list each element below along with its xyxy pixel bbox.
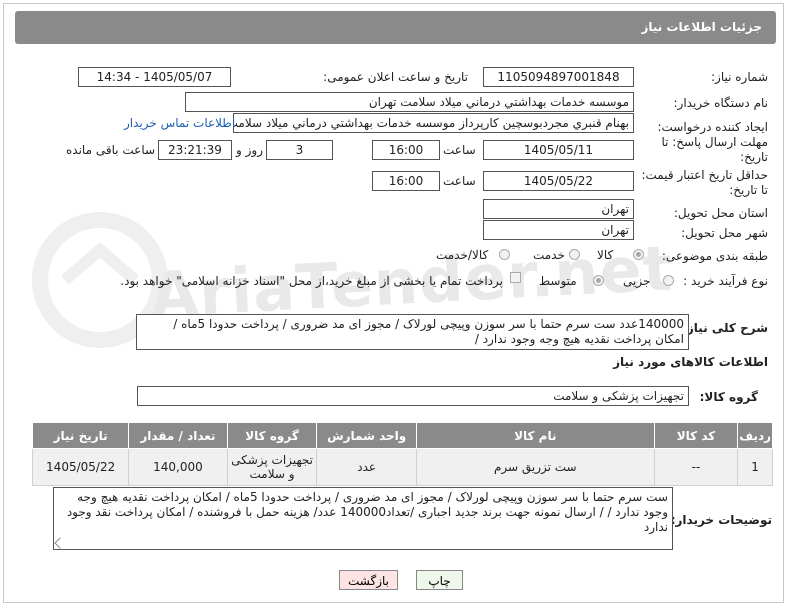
treasury-payment-checkbox[interactable] (510, 272, 521, 283)
col-code: کد کالا (653, 422, 739, 449)
summary-textarea[interactable]: 140000عدد ست سرم حتما با سر سوزن وپیچی ل… (136, 314, 689, 350)
remaining-time[interactable]: 23:21:39 (158, 140, 232, 160)
reply-deadline-days[interactable]: 3 (266, 140, 333, 160)
buyer-notes-text: ست سرم حتما با سر سوزن وپیچی لورلاک / مج… (66, 490, 668, 534)
days-label: روز و (236, 143, 263, 157)
delivery-province-field[interactable]: تهران (483, 199, 634, 219)
summary-label: شرح کلی نیاز: (682, 321, 768, 335)
treasury-payment-text: پرداخت تمام یا بخشی از مبلغ خرید،از محل … (120, 274, 503, 288)
cell-quantity: 140,000 (128, 448, 228, 486)
items-table: ردیف کد کالا نام کالا واحد شمارش گروه کا… (31, 422, 773, 486)
requester-field[interactable]: بهنام قنبري مجردبوسچين كارپرداز موسسه خد… (233, 113, 634, 133)
process-radio-minor[interactable] (663, 275, 674, 286)
page-title: جزئیات اطلاعات نیاز (641, 20, 762, 34)
cell-row: 1 (737, 448, 773, 486)
reply-deadline-time[interactable]: 16:00 (372, 140, 440, 160)
buyer-org-field[interactable]: موسسه خدمات بهداشتي درماني ميلاد سلامت ت… (185, 92, 634, 112)
resize-grip-icon[interactable] (54, 537, 66, 549)
cell-date: 1405/05/22 (31, 448, 130, 486)
table-row[interactable]: 1 -- ست تزریق سرم عدد تجهیزات پزشکی و سل… (31, 448, 773, 486)
reply-deadline-date[interactable]: 1405/05/11 (483, 140, 634, 160)
buyer-org-label: نام دستگاه خریدار: (673, 96, 769, 110)
category-option-goods: کالا (597, 248, 614, 262)
col-unit: واحد شمارش (316, 422, 417, 449)
process-radio-medium[interactable] (593, 275, 604, 286)
cell-name: ست تزریق سرم (415, 448, 655, 486)
requester-label: ایجاد کننده درخواست: (657, 120, 768, 134)
col-name: نام کالا (415, 422, 655, 449)
price-validity-date[interactable]: 1405/05/22 (483, 171, 634, 191)
process-option-minor: جزیی (623, 274, 651, 288)
delivery-province-label: استان محل تحویل: (673, 206, 768, 220)
col-row: ردیف (737, 422, 773, 449)
price-validity-label: حداقل تاریخ اعتبار قیمت: تا تاریخ: (641, 168, 768, 197)
col-quantity: تعداد / مقدار (128, 422, 228, 449)
cell-group: تجهیزات پزشکی و سلامت (226, 448, 318, 486)
process-type-label: نوع فرآیند خرید : (683, 274, 768, 288)
category-option-service: خدمت (533, 248, 565, 262)
col-date: تاریخ نیاز (31, 422, 130, 449)
summary-text: 140000عدد ست سرم حتما با سر سوزن وپیچی ل… (173, 317, 684, 346)
items-table-header: ردیف کد کالا نام کالا واحد شمارش گروه کا… (31, 422, 773, 449)
category-option-goods-service: کالا/خدمت (436, 248, 489, 262)
reply-deadline-time-label: ساعت (443, 143, 476, 157)
category-label: طبقه بندی موضوعی: (661, 249, 768, 263)
cell-unit: عدد (316, 448, 417, 486)
process-option-medium: متوسط (539, 274, 577, 288)
category-radio-service[interactable] (569, 249, 580, 260)
category-radio-goods[interactable] (633, 249, 644, 260)
delivery-city-label: شهر محل تحویل: (681, 226, 768, 240)
price-validity-time-label: ساعت (443, 174, 476, 188)
goods-group-label: گروه کالا: (699, 390, 758, 404)
announce-datetime-label: تاریخ و ساعت اعلان عمومی: (323, 70, 468, 84)
cell-code: -- (653, 448, 739, 486)
items-section-title: اطلاعات کالاهای مورد نیاز (613, 355, 768, 369)
need-number-label: شماره نیاز: (711, 70, 768, 84)
need-number-field[interactable]: 1105094897001848 (483, 67, 634, 87)
buyer-notes-textarea[interactable]: ست سرم حتما با سر سوزن وپیچی لورلاک / مج… (53, 487, 673, 550)
buyer-contact-link[interactable]: اطلاعات تماس خریدار (124, 116, 235, 130)
goods-group-field[interactable]: تجهیزات پزشکی و سلامت (137, 386, 689, 406)
buyer-notes-label: توضیحات خریدار: (670, 513, 772, 527)
announce-datetime-field[interactable]: 1405/05/07 - 14:34 (78, 67, 231, 87)
remaining-time-label: ساعت باقی مانده (66, 143, 156, 157)
category-radio-goods-service[interactable] (499, 249, 510, 260)
reply-deadline-label: مهلت ارسال پاسخ: تا تاریخ: (661, 135, 768, 164)
delivery-city-field[interactable]: تهران (483, 220, 634, 240)
price-validity-time[interactable]: 16:00 (372, 171, 440, 191)
page-header: جزئیات اطلاعات نیاز (15, 11, 776, 44)
col-group: گروه کالا (226, 422, 318, 449)
back-button[interactable]: بازگشت (339, 570, 398, 590)
print-button[interactable]: چاپ (416, 570, 463, 590)
